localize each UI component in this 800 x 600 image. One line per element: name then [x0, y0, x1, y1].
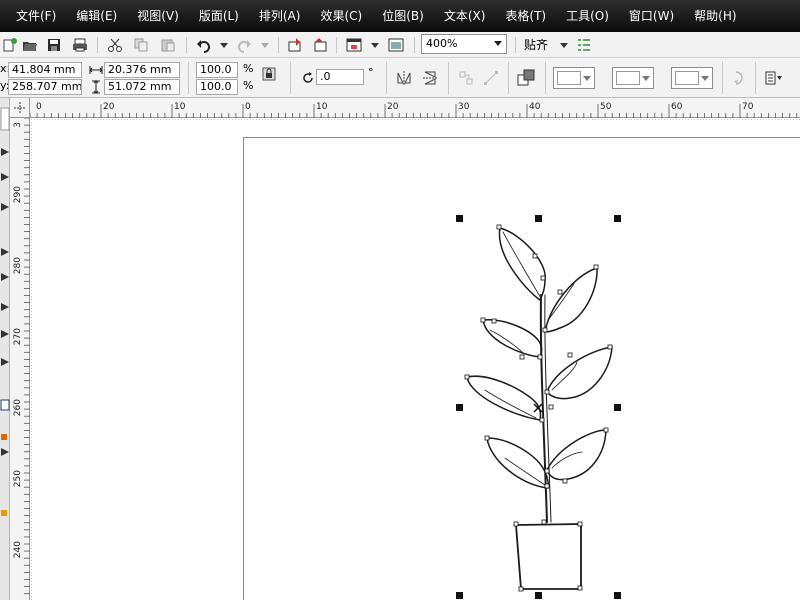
ruler-label: 40 [529, 102, 541, 112]
export-icon[interactable] [311, 35, 331, 55]
ruler-label: 10 [174, 102, 186, 112]
mirror-horizontal-icon[interactable] [394, 68, 414, 88]
application-launcher-icon[interactable] [344, 35, 364, 55]
redo-icon[interactable] [234, 35, 254, 55]
print-icon[interactable] [70, 35, 90, 55]
vertical-ruler-ticks: 3 290 280 270 260 250 240 [13, 117, 30, 595]
options-icon[interactable] [574, 35, 594, 55]
menu-item-6[interactable]: 位图(B) [372, 0, 434, 32]
menu-item-0[interactable]: 文件(F) [6, 0, 66, 32]
undo-dropdown-icon[interactable] [214, 35, 234, 55]
zoom-level-value: 400% [426, 37, 458, 50]
snap-to-button[interactable]: 贴齐 [524, 36, 548, 53]
ruler-label: 0 [36, 102, 42, 112]
layout-options-icon[interactable] [764, 68, 784, 88]
ruler-label: 0 [245, 102, 251, 112]
outline-width-select[interactable] [553, 67, 595, 89]
rotation-icon [298, 68, 318, 88]
ruler-label: 50 [600, 102, 612, 112]
chevron-down-icon [494, 41, 502, 46]
menu-item-1[interactable]: 编辑(E) [66, 0, 127, 32]
menu-item-9[interactable]: 工具(O) [556, 0, 619, 32]
snap-dropdown-icon[interactable] [554, 35, 574, 55]
wrap-text-icon[interactable] [516, 68, 536, 88]
vertical-ruler[interactable]: 3 290 280 270 260 250 240 [10, 117, 30, 600]
open-folder-icon[interactable] [20, 35, 40, 55]
ruler-label: 280 [13, 257, 23, 274]
start-arrowhead-select[interactable] [612, 67, 654, 89]
chevron-down-icon [583, 76, 591, 81]
new-document-icon[interactable] [0, 35, 20, 55]
launcher-dropdown-icon[interactable] [365, 35, 385, 55]
menu-item-8[interactable]: 表格(T) [495, 0, 556, 32]
rotation-angle-input[interactable]: .0 [316, 69, 364, 85]
end-arrowhead-select[interactable] [671, 67, 713, 89]
scale-y-input[interactable]: 100.0 [196, 79, 238, 95]
x-position-input[interactable]: 41.804 mm [8, 62, 82, 78]
ruler-label: 20 [387, 102, 399, 112]
ruler-label: 70 [742, 102, 754, 112]
ruler-label: 270 [13, 328, 23, 345]
ruler-label: 30 [458, 102, 470, 112]
horizontal-ruler[interactable]: 0 20 10 0 10 20 30 40 50 60 70 [29, 98, 800, 118]
scale-x-percent: % [243, 62, 254, 75]
menu-item-7[interactable]: 文本(X) [434, 0, 496, 32]
toolbox [0, 98, 10, 600]
menu-bar: 文件(F) 编辑(E) 视图(V) 版面(L) 排列(A) 效果(C) 位图(B) 文本(X)… [0, 0, 800, 32]
zoom-level-select[interactable]: 400% [421, 34, 507, 54]
menu-item-10[interactable]: 窗口(W) [619, 0, 684, 32]
mirror-vertical-icon[interactable] [420, 68, 440, 88]
scale-y-percent: % [243, 79, 254, 92]
width-input[interactable]: 20.376 mm [104, 62, 180, 78]
copy-icon[interactable] [131, 35, 151, 55]
ruler-label: 260 [13, 399, 23, 416]
reverse-direction-icon [729, 68, 749, 88]
align-nodes-icon [456, 68, 476, 88]
ruler-label: 240 [13, 541, 23, 558]
undo-icon[interactable] [194, 35, 214, 55]
scale-x-input[interactable]: 100.0 [196, 62, 238, 78]
chevron-down-icon [642, 76, 650, 81]
chevron-down-icon [701, 76, 709, 81]
welcome-screen-icon[interactable] [386, 35, 406, 55]
ruler-label: 20 [103, 102, 115, 112]
menu-item-2[interactable]: 视图(V) [127, 0, 189, 32]
ruler-label: 250 [13, 470, 23, 487]
cut-icon[interactable] [105, 35, 125, 55]
paste-icon[interactable] [158, 35, 178, 55]
toolbox-icons[interactable] [0, 98, 10, 600]
import-icon[interactable] [285, 35, 305, 55]
ruler-label: 10 [316, 102, 328, 112]
horizontal-ruler-ticks: 0 20 10 0 10 20 30 40 50 60 70 [29, 102, 798, 118]
height-input[interactable]: 51.072 mm [104, 79, 180, 95]
standard-toolbar: 400% 贴齐 [0, 32, 800, 58]
redo-dropdown-icon[interactable] [255, 35, 275, 55]
menu-item-4[interactable]: 排列(A) [249, 0, 311, 32]
ruler-label: 3 [13, 122, 23, 128]
lock-ratio-icon[interactable] [259, 64, 279, 84]
ruler-origin-corner[interactable] [10, 98, 30, 118]
save-icon[interactable] [44, 35, 64, 55]
ruler-label: 60 [671, 102, 683, 112]
menu-item-11[interactable]: 帮助(H) [684, 0, 746, 32]
menu-item-3[interactable]: 版面(L) [189, 0, 249, 32]
property-bar: x: 41.804 mm y: 258.707 mm 20.376 mm 51.… [0, 58, 800, 98]
connect-nodes-icon [481, 68, 501, 88]
y-position-input[interactable]: 258.707 mm [8, 79, 82, 95]
ruler-label: 290 [13, 186, 23, 203]
height-icon [86, 77, 106, 97]
rotation-degree-symbol: ° [368, 66, 374, 79]
page-boundary [243, 137, 800, 600]
menu-item-5[interactable]: 效果(C) [310, 0, 372, 32]
